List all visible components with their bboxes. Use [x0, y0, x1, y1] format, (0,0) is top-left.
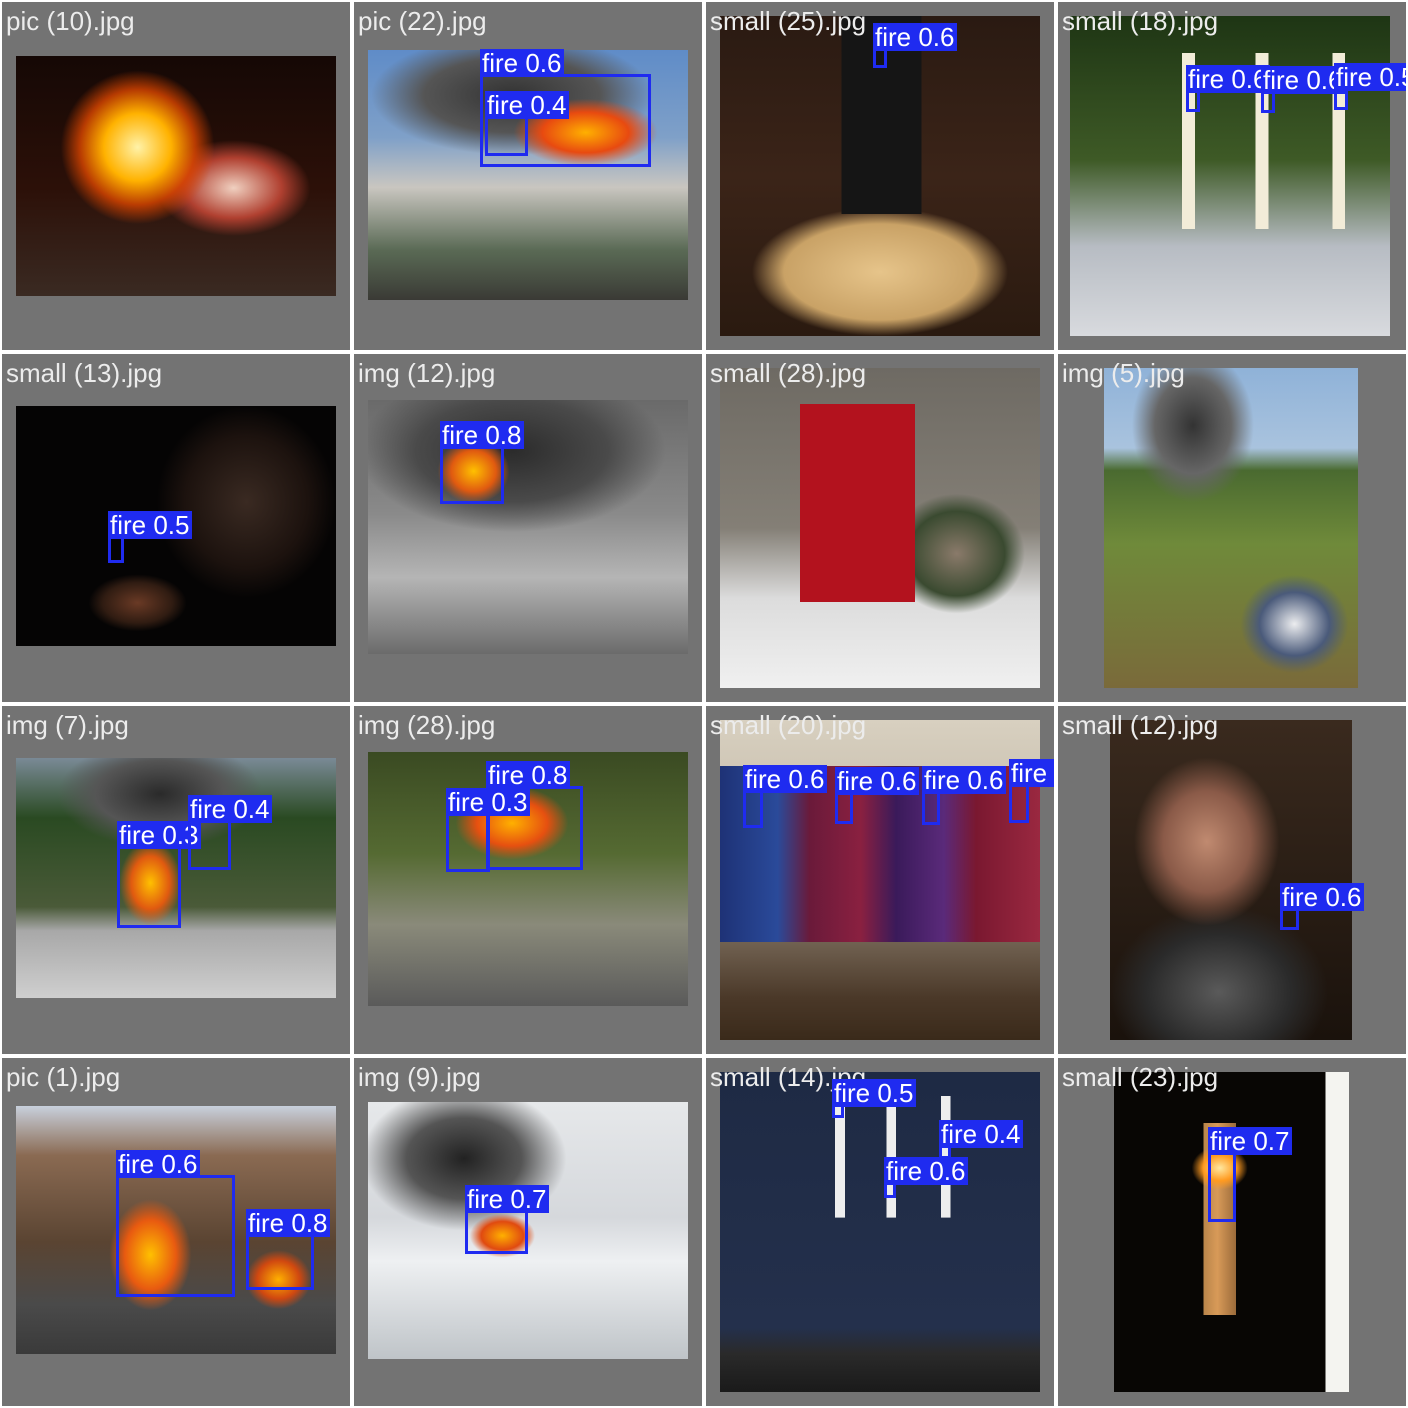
grid-cell: small (28).jpg: [706, 354, 1054, 702]
photo-burning-pickup: [16, 56, 336, 296]
detection-box: fire 0.7: [1208, 1127, 1292, 1222]
grid-cell: pic (22).jpg fire 0.6 fire 0.4: [354, 2, 702, 350]
filename-label: img (7).jpg: [6, 710, 129, 740]
filename-label: pic (1).jpg: [6, 1062, 121, 1092]
filename-label: small (23).jpg: [1062, 1062, 1219, 1092]
detection-box: fire 0.3: [117, 821, 201, 928]
detection-label: fire 0.6: [1261, 65, 1345, 95]
detection-box: fire 0.5: [1009, 759, 1054, 823]
filename-label: small (28).jpg: [710, 358, 867, 388]
detection-label: fire 0.6: [835, 766, 919, 796]
filename-label: small (13).jpg: [6, 358, 163, 388]
detection-label: fire 0.5: [1009, 759, 1054, 787]
filename-label: small (18).jpg: [1062, 6, 1219, 36]
filename-label: small (12).jpg: [1062, 710, 1219, 740]
detection-label: fire 0.6: [116, 1149, 200, 1179]
photo-field-smoke: [1104, 368, 1358, 688]
detection-box: fire 0.6: [835, 767, 919, 824]
filename-label: img (9).jpg: [358, 1062, 481, 1092]
detection-box: fire 0.6: [1261, 66, 1345, 113]
grid-cell: small (20).jpg fire 0.6 fire 0.6 fire 0.…: [706, 706, 1054, 1054]
detection-grid: pic (10).jpg pic (22).jpg fire 0.6 fire …: [0, 0, 1408, 1408]
detection-box: fire 0.5: [1334, 63, 1406, 110]
detection-label: fire 0.8: [246, 1208, 330, 1238]
grid-cell: img (12).jpg fire 0.8: [354, 354, 702, 702]
grid-cell: small (13).jpg fire 0.5: [2, 354, 350, 702]
detection-label: fire 0.6: [922, 765, 1006, 795]
detection-box: fire 0.4: [188, 795, 272, 870]
grid-cell: small (12).jpg fire 0.6: [1058, 706, 1406, 1054]
detection-box: fire 0.6: [922, 766, 1006, 825]
photo-single-candle-dark: [1114, 1072, 1349, 1392]
detection-label: fire 0.7: [1208, 1126, 1292, 1156]
filename-label: small (25).jpg: [710, 6, 867, 36]
grid-cell: small (18).jpg fire 0.6 fire 0.6 fire 0.…: [1058, 2, 1406, 350]
detection-box: fire 0.6: [116, 1150, 235, 1297]
detection-label: fire 0.3: [446, 787, 530, 817]
detection-label: fire 0.6: [1280, 882, 1364, 912]
detection-label: fire 0.5: [832, 1078, 916, 1108]
filename-label: pic (10).jpg: [6, 6, 135, 36]
detection-label: fire 0.6: [873, 22, 957, 52]
grid-cell: img (28).jpg fire 0.8 fire 0.3: [354, 706, 702, 1054]
detection-box: fire 0.6: [1186, 65, 1270, 112]
filename-label: img (28).jpg: [358, 710, 496, 740]
detection-box: fire 0.6: [1280, 883, 1364, 930]
grid-cell: small (23).jpg fire 0.7: [1058, 1058, 1406, 1406]
grid-cell: pic (10).jpg: [2, 2, 350, 350]
detection-label: fire 0.4: [188, 794, 272, 824]
detection-label: fire 0.6: [480, 48, 564, 78]
detection-label: fire 0.4: [939, 1119, 1023, 1149]
photo-red-candle: [720, 368, 1040, 688]
detection-box: fire 0.6: [873, 23, 957, 68]
detection-label: fire 0.6: [743, 764, 827, 794]
detection-box: fire 0.8: [246, 1209, 330, 1290]
detection-box: fire 0.3: [446, 788, 530, 872]
filename-label: pic (22).jpg: [358, 6, 487, 36]
detection-box: fire 0.7: [465, 1185, 549, 1254]
detection-label: fire 0.5: [1334, 63, 1406, 91]
detection-label: fire 0.8: [486, 760, 570, 790]
filename-label: img (12).jpg: [358, 358, 496, 388]
detection-box: fire 0.4: [485, 91, 569, 156]
grid-cell: img (7).jpg fire 0.3 fire 0.4: [2, 706, 350, 1054]
detection-box: fire 0.6: [743, 765, 827, 828]
filename-label: small (20).jpg: [710, 710, 867, 740]
detection-box: fire 0.8: [440, 421, 524, 504]
detection-box: fire 0.5: [108, 511, 192, 563]
grid-cell: pic (1).jpg fire 0.6 fire 0.8: [2, 1058, 350, 1406]
grid-cell: small (25).jpg fire 0.6: [706, 2, 1054, 350]
detection-label: fire 0.5: [108, 510, 192, 540]
detection-label: fire 0.6: [1186, 64, 1270, 94]
detection-label: fire 0.7: [465, 1184, 549, 1214]
photo-box-truck-fire-snow: [368, 1102, 688, 1359]
grid-cell: small (14).jpg fire 0.5 fire 0.4 fire 0.…: [706, 1058, 1054, 1406]
detection-box: fire 0.6: [884, 1157, 968, 1198]
detection-label: fire 0.8: [440, 420, 524, 450]
detection-box: fire 0.5: [832, 1079, 916, 1118]
photo-man-lighting-cigarette: [1110, 720, 1352, 1040]
photo-vehicle-crash-fire: [368, 400, 688, 654]
filename-label: img (5).jpg: [1062, 358, 1185, 388]
grid-cell: img (9).jpg fire 0.7: [354, 1058, 702, 1406]
detection-label: fire 0.6: [884, 1156, 968, 1186]
detection-label: fire 0.4: [485, 90, 569, 120]
grid-cell: img (5).jpg: [1058, 354, 1406, 702]
